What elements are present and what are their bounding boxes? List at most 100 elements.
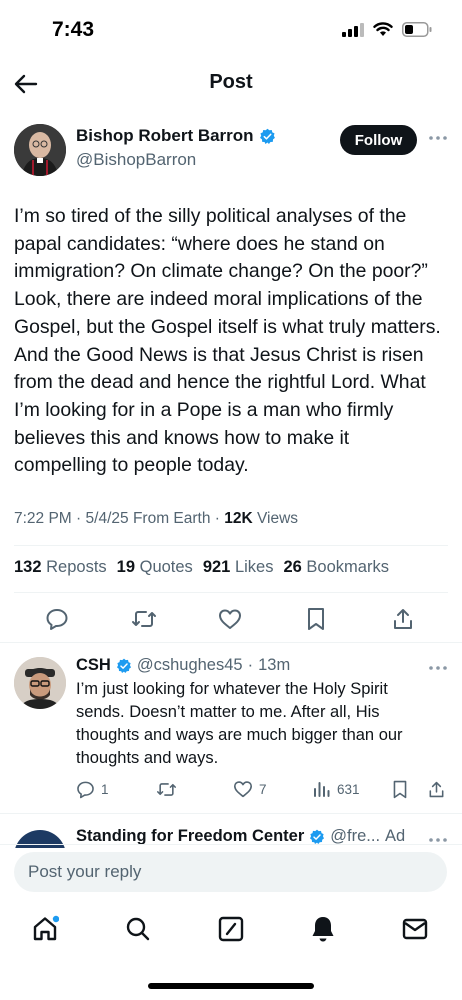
tab-notifications[interactable] <box>308 914 338 944</box>
reply-composer <box>14 852 447 892</box>
follow-button[interactable]: Follow <box>340 125 417 155</box>
heart-icon <box>219 609 241 629</box>
divider <box>0 642 462 643</box>
reply-icon <box>46 609 68 630</box>
reply-reply-button[interactable]: 1 <box>76 778 109 800</box>
verified-badge-icon <box>259 128 275 144</box>
quotes-label: Quotes <box>139 558 193 576</box>
author-avatar[interactable] <box>14 124 66 176</box>
reposts-stat[interactable]: 132 Reposts <box>14 558 107 577</box>
share-button[interactable] <box>388 604 418 634</box>
more-dots-icon <box>429 666 447 670</box>
wifi-icon <box>373 22 393 36</box>
reply-header: CSH @cshughes45 · 13m <box>76 656 291 675</box>
tab-grok[interactable] <box>216 914 246 944</box>
post-author: Bishop Robert Barron @BishopBarron Follo… <box>0 122 462 182</box>
page-title: Post <box>209 71 253 93</box>
post-time[interactable]: 7:22 PM <box>14 510 72 527</box>
verified-badge-icon <box>116 658 131 673</box>
next-post-avatar[interactable] <box>14 830 66 848</box>
divider <box>0 844 462 845</box>
reply-item[interactable]: CSH @cshughes45 · 13m I’m just looking for… <box>0 654 462 814</box>
reply-author-name[interactable]: CSH <box>76 656 111 675</box>
bookmarks-stat[interactable]: 26 Bookmarks <box>283 558 388 577</box>
bottom-tab-bar <box>0 908 462 952</box>
battery-icon <box>402 22 432 37</box>
repost-icon <box>132 611 156 627</box>
author-name[interactable]: Bishop Robert Barron <box>76 126 254 146</box>
notification-dot <box>52 915 59 923</box>
likes-count: 921 <box>202 558 231 576</box>
status-bar: 7:43 <box>0 0 462 60</box>
reply-input[interactable] <box>14 852 447 892</box>
likes-label: Likes <box>234 558 274 576</box>
divider <box>0 813 462 814</box>
cellular-signal-icon <box>342 22 364 37</box>
reposts-label: Reposts <box>46 558 107 576</box>
share-icon <box>429 781 444 797</box>
bookmarks-count: 26 <box>283 558 302 576</box>
views-count: 12K <box>224 510 253 527</box>
reply-author-handle[interactable]: @cshughes45 <box>137 656 243 675</box>
reply-avatar[interactable] <box>14 657 66 709</box>
reply-like-button[interactable]: 7 <box>233 778 267 800</box>
repost-icon <box>157 782 176 796</box>
home-icon <box>33 915 59 941</box>
avatar-portrait <box>14 124 66 176</box>
next-post-more-button[interactable] <box>427 830 449 848</box>
share-icon <box>394 609 412 629</box>
tab-home[interactable] <box>30 914 60 944</box>
bookmark-icon <box>393 780 407 798</box>
analytics-icon <box>314 782 330 797</box>
more-dots-icon <box>429 838 447 842</box>
reply-repost-button[interactable] <box>156 778 177 800</box>
bookmark-button[interactable] <box>301 604 331 634</box>
reply-button[interactable] <box>42 604 72 634</box>
reply-views-button[interactable]: 631 <box>313 778 360 800</box>
status-icons <box>342 22 432 37</box>
reply-replies-count: 1 <box>101 781 109 797</box>
reposts-count: 132 <box>14 558 42 576</box>
reply-icon <box>77 781 94 798</box>
reply-more-button[interactable] <box>427 658 449 678</box>
verified-badge-icon <box>310 829 325 844</box>
author-handle[interactable]: @BishopBarron <box>76 150 196 170</box>
post-source: From Earth <box>132 510 211 527</box>
status-time: 7:43 <box>52 18 95 41</box>
heart-icon <box>234 781 252 798</box>
post-meta: 7:22 PM · 5/4/25 From Earth · 12K Views <box>14 510 299 527</box>
reply-views-count: 631 <box>337 781 360 797</box>
mail-icon <box>402 918 428 940</box>
bookmarks-label: Bookmarks <box>306 558 389 576</box>
reply-bookmark-button[interactable] <box>392 778 408 800</box>
home-indicator[interactable] <box>148 983 314 989</box>
reply-text: I’m just looking for whatever the Holy S… <box>76 680 403 767</box>
grok-icon <box>218 916 244 942</box>
avatar-portrait <box>14 657 66 709</box>
repost-button[interactable] <box>129 604 159 634</box>
likes-stat[interactable]: 921 Likes <box>203 558 274 577</box>
post-date[interactable]: 5/4/25 <box>86 510 129 527</box>
author-name-row: Bishop Robert Barron <box>76 126 276 146</box>
reply-actions: 1 7 631 <box>76 778 448 800</box>
divider <box>14 545 448 546</box>
more-dots-icon <box>429 136 447 140</box>
views-label: Views <box>256 510 299 527</box>
quotes-count: 19 <box>116 558 136 576</box>
reply-time: 13m <box>258 656 291 674</box>
reply-share-button[interactable] <box>428 778 445 800</box>
divider <box>14 592 448 593</box>
more-options-button[interactable] <box>427 128 449 148</box>
reply-likes-count: 7 <box>259 781 267 797</box>
tab-search[interactable] <box>123 914 153 944</box>
engagement-stats: 132 Reposts 19 Quotes 921 Likes 26 Bookm… <box>14 558 389 577</box>
like-button[interactable] <box>215 604 245 634</box>
bell-icon <box>312 917 334 942</box>
bookmark-icon <box>308 608 324 630</box>
post-text: I’m so tired of the silly political anal… <box>14 205 441 477</box>
search-icon <box>126 917 150 941</box>
quotes-stat[interactable]: 19 Quotes <box>117 558 193 577</box>
post-header: Post <box>0 60 462 106</box>
post-actions <box>0 604 462 634</box>
tab-messages[interactable] <box>400 914 430 944</box>
